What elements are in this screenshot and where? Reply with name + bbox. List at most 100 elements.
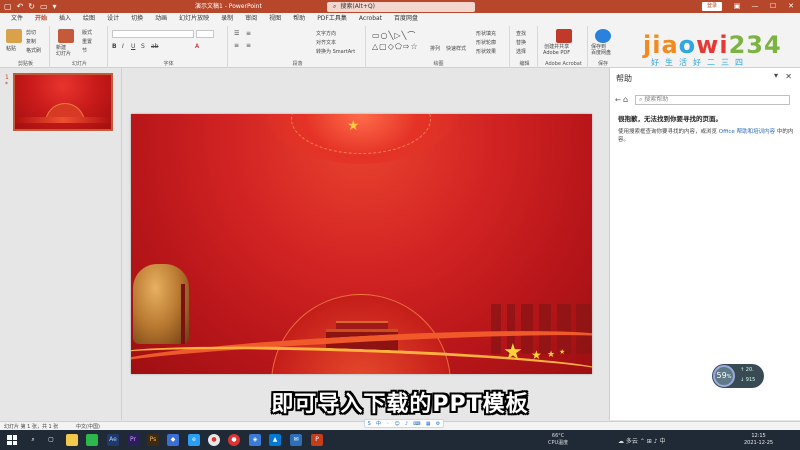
file-explorer-icon[interactable] [66,434,78,446]
shape-fill-button[interactable]: 形状填充 [476,30,496,37]
layout-button[interactable]: 版式 [82,29,92,36]
ime-mic-icon[interactable]: ♪ [405,421,408,427]
wechat-icon[interactable] [86,434,98,446]
numbering-icon[interactable]: ≡ [246,30,251,37]
system-tray[interactable]: ☁ 多云 ⌃ ⊞ ♪ 中 [618,436,665,445]
tab-4[interactable]: 设计 [101,13,125,24]
adobe-app-icon[interactable]: Ps [147,434,159,446]
tab-5[interactable]: 切换 [125,13,149,24]
search-box[interactable]: ⌕ 搜索(Alt+Q) [327,2,475,12]
tab-11[interactable]: 帮助 [287,13,311,24]
task-view-icon[interactable]: ▢ [45,434,57,446]
premiere-icon[interactable]: Pr [127,434,139,446]
present-icon[interactable]: ▭ [40,0,48,13]
shadow-icon[interactable]: S [141,43,145,50]
baidu-cloud-icon[interactable] [595,29,611,43]
ime-chinese-icon[interactable]: 中 [376,420,381,427]
new-slide-button[interactable]: 新建 幻灯片 [56,45,71,57]
ime-keyboard-icon[interactable]: ⌨ [413,421,420,427]
tab-14[interactable]: 百度网盘 [388,13,424,24]
strikethrough-icon[interactable]: ab [151,43,159,50]
underline-icon[interactable]: U [131,43,135,50]
align-left-icon[interactable]: ≡ [234,42,239,49]
taskbar-clock[interactable]: 12:15 2021-12-25 [744,433,773,447]
chrome-icon[interactable]: ● [208,434,220,446]
app-icon[interactable]: ◆ [167,434,179,446]
app-icon-4[interactable]: ✉ [290,434,302,446]
help-pane-close-icon[interactable]: ✕ [785,72,792,81]
maximize-icon[interactable]: ☐ [764,0,782,13]
language-status[interactable]: 中文(中国) [76,423,100,430]
search-icon[interactable]: ⌕ [27,434,39,446]
autosave-icon[interactable]: ▢ [4,0,12,13]
tab-1[interactable]: 开始 [29,13,54,25]
powerpoint-icon[interactable]: P [311,434,323,446]
arrange-button[interactable]: 排列 [430,45,440,52]
text-direction-button[interactable]: 文字方向 [316,30,336,37]
tab-9[interactable]: 审阅 [239,13,263,24]
tab-0[interactable]: 文件 [5,13,29,24]
slide-thumbnail-1[interactable] [13,73,113,131]
cut-button[interactable]: 剪切 [26,29,36,36]
font-name-select[interactable] [112,30,194,38]
system-monitor-widget[interactable]: 59% ↑ 20. ↓ 915 [712,364,764,388]
ime-logo-icon[interactable]: S [368,421,371,427]
close-icon[interactable]: ✕ [782,0,800,13]
start-menu-icon[interactable] [7,435,17,445]
align-center-icon[interactable]: ≡ [246,42,251,49]
tab-8[interactable]: 录制 [215,13,239,24]
customize-qat-icon[interactable]: ▾ [53,0,57,13]
login-button[interactable]: 登录 [702,2,722,11]
redo-icon[interactable]: ↻ [28,0,35,13]
replace-button[interactable]: 替换 [516,39,526,46]
browser-icon[interactable]: e [188,434,200,446]
smartart-button[interactable]: 转换为 SmartArt [316,48,355,55]
align-text-button[interactable]: 对齐文本 [316,39,336,46]
app-icon-2[interactable]: ◈ [249,434,261,446]
paste-icon[interactable] [6,29,22,43]
ime-punct-icon[interactable]: ◦ [386,421,389,427]
undo-icon[interactable]: ↶ [17,0,24,13]
italic-icon[interactable]: I [122,43,124,50]
save-to-baidu-button[interactable]: 保存到 百度网盘 [591,44,611,56]
section-button[interactable]: 节 [82,47,87,54]
ime-settings-icon[interactable]: ⚙ [436,421,440,427]
quick-styles-button[interactable]: 快速样式 [446,45,466,52]
ime-skin-icon[interactable]: ▦ [426,421,431,427]
adobe-pdf-icon[interactable] [556,29,572,43]
tab-2[interactable]: 插入 [53,13,77,24]
home-icon[interactable]: ⌂ [623,95,628,104]
ribbon-display-icon[interactable]: ▣ [728,0,746,13]
bullets-icon[interactable]: ☰ [234,30,239,37]
help-training-link[interactable]: Office 帮助和培训内容 [719,129,775,135]
select-button[interactable]: 选择 [516,48,526,55]
font-size-select[interactable] [196,30,214,38]
format-painter-button[interactable]: 格式刷 [26,47,41,54]
tab-13[interactable]: Acrobat [353,13,388,24]
find-button[interactable]: 查找 [516,30,526,37]
tab-7[interactable]: 幻灯片放映 [173,13,215,24]
help-pane-options-icon[interactable]: ▾ [774,71,778,80]
shapes-gallery[interactable]: ▭○╲▷╲⌒ [372,30,416,41]
tab-3[interactable]: 绘图 [77,13,101,24]
record-icon[interactable]: ● [228,434,240,446]
ime-toolbar[interactable]: S 中 ◦ ☺ ♪ ⌨ ▦ ⚙ [364,419,444,428]
shape-effects-button[interactable]: 形状效果 [476,48,496,55]
tab-6[interactable]: 动画 [149,13,173,24]
after-effects-icon[interactable]: Ae [107,434,119,446]
reset-button[interactable]: 重置 [82,38,92,45]
back-arrow-icon[interactable]: ← [615,96,621,104]
ime-emoji-icon[interactable]: ☺ [394,421,399,427]
slide-canvas[interactable]: ★ ★ ★ ★ ★ [131,114,592,374]
help-search-input[interactable]: ⌕ 搜索帮助 [635,95,790,105]
paste-button[interactable]: 粘贴 [6,45,16,52]
bold-icon[interactable]: B [112,43,117,50]
minimize-icon[interactable]: — [746,0,764,13]
new-slide-icon[interactable] [58,29,74,43]
copy-button[interactable]: 复制 [26,38,36,45]
shape-outline-button[interactable]: 形状轮廓 [476,39,496,46]
create-pdf-button[interactable]: 创建并共享 Adobe PDF [543,44,570,56]
font-color-icon[interactable]: A [195,43,199,50]
tab-10[interactable]: 视图 [263,13,287,24]
shapes-gallery-row2[interactable]: △▢◇⬠⇨☆ [372,42,419,51]
